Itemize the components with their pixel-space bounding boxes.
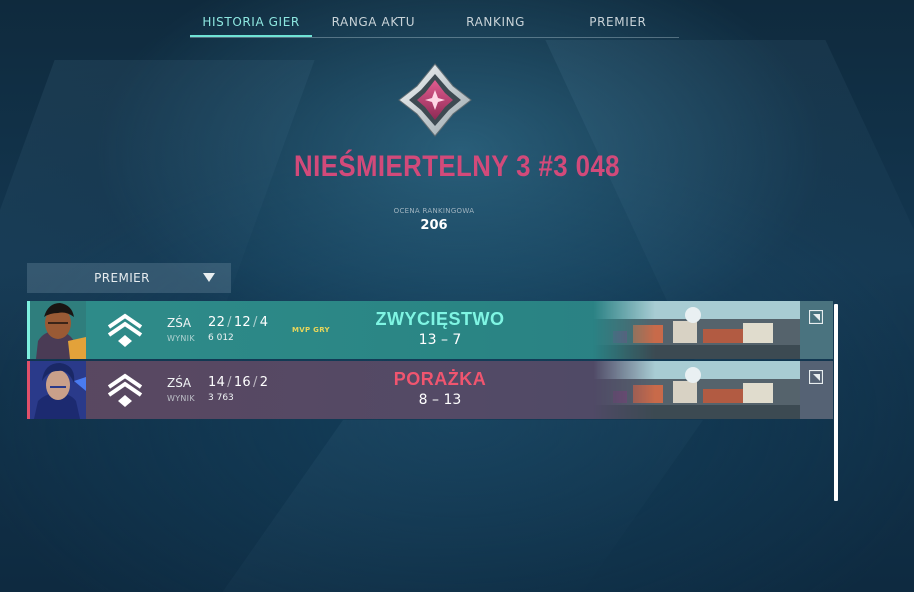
kda: 22/12/4 <box>208 315 268 330</box>
round-score: 13 – 7 <box>365 332 515 348</box>
rounds-won: 13 <box>418 332 437 348</box>
top-navigation: HISTORIA GIER RANGA AKTU RANKING PREMIER <box>190 8 679 38</box>
match-result: ZWYCIĘSTWO <box>375 309 505 329</box>
kda-separator: / <box>227 315 232 330</box>
kda-separator: / <box>253 315 258 330</box>
immortal-rank-icon <box>398 63 472 137</box>
rounds-lost: 7 <box>452 332 462 348</box>
tab-ranga-aktu[interactable]: RANGA AKTU <box>312 8 434 37</box>
match-row[interactable]: ZŚA 14/16/2 WYNIK 3 763 PORAŻKA 8 – 13 <box>27 361 833 419</box>
match-result: PORAŻKA <box>393 369 487 389</box>
match-details-button[interactable] <box>800 361 833 419</box>
kda-separator: / <box>227 375 232 390</box>
score-value: 3 763 <box>208 393 234 403</box>
rating-label: OCENA RANKINGOWA <box>393 207 475 215</box>
expand-icon <box>809 310 823 324</box>
chevron-rank-icon <box>107 313 143 347</box>
game-mode: ZŚA <box>167 316 192 330</box>
rating-value: 206 <box>420 218 448 233</box>
queue-filter-dropdown[interactable]: PREMIER <box>27 263 231 293</box>
kills: 22 <box>208 315 226 330</box>
queue-filter-label: PREMIER <box>94 271 150 285</box>
score-label: WYNIK <box>167 334 195 343</box>
agent-portrait <box>30 301 86 359</box>
match-row[interactable]: ZŚA 22/12/4 WYNIK 6 012 MVP GRY ZWYCIĘST… <box>27 301 833 359</box>
triangle-down-icon <box>203 273 215 282</box>
agent-portrait <box>30 361 86 419</box>
tab-ranking[interactable]: RANKING <box>435 8 557 37</box>
assists: 4 <box>259 315 269 330</box>
deaths: 12 <box>233 315 251 330</box>
rank-title: NIEŚMIERTELNY 3 #3 048 <box>294 150 620 183</box>
rounds-separator: – <box>440 332 448 348</box>
assists: 2 <box>259 375 269 390</box>
tab-historia-gier[interactable]: HISTORIA GIER <box>190 8 313 37</box>
match-details-button[interactable] <box>800 301 833 359</box>
deaths: 16 <box>233 375 251 390</box>
match-list-scrollbar[interactable] <box>834 304 838 501</box>
rounds-separator: – <box>432 392 440 408</box>
kda-separator: / <box>253 375 258 390</box>
mvp-badge: MVP GRY <box>292 326 330 334</box>
round-score: 8 – 13 <box>365 392 515 408</box>
rounds-won: 8 <box>418 392 428 408</box>
score-value: 6 012 <box>208 333 234 343</box>
score-label: WYNIK <box>167 394 195 403</box>
tab-premier[interactable]: PREMIER <box>557 8 679 37</box>
game-mode: ZŚA <box>167 376 192 390</box>
kda: 14/16/2 <box>208 375 268 390</box>
background-shard <box>216 420 704 592</box>
map-thumbnail <box>593 301 800 359</box>
kills: 14 <box>208 375 226 390</box>
rounds-lost: 13 <box>443 392 462 408</box>
expand-icon <box>809 370 823 384</box>
chevron-rank-icon <box>107 373 143 407</box>
map-thumbnail <box>593 361 800 419</box>
